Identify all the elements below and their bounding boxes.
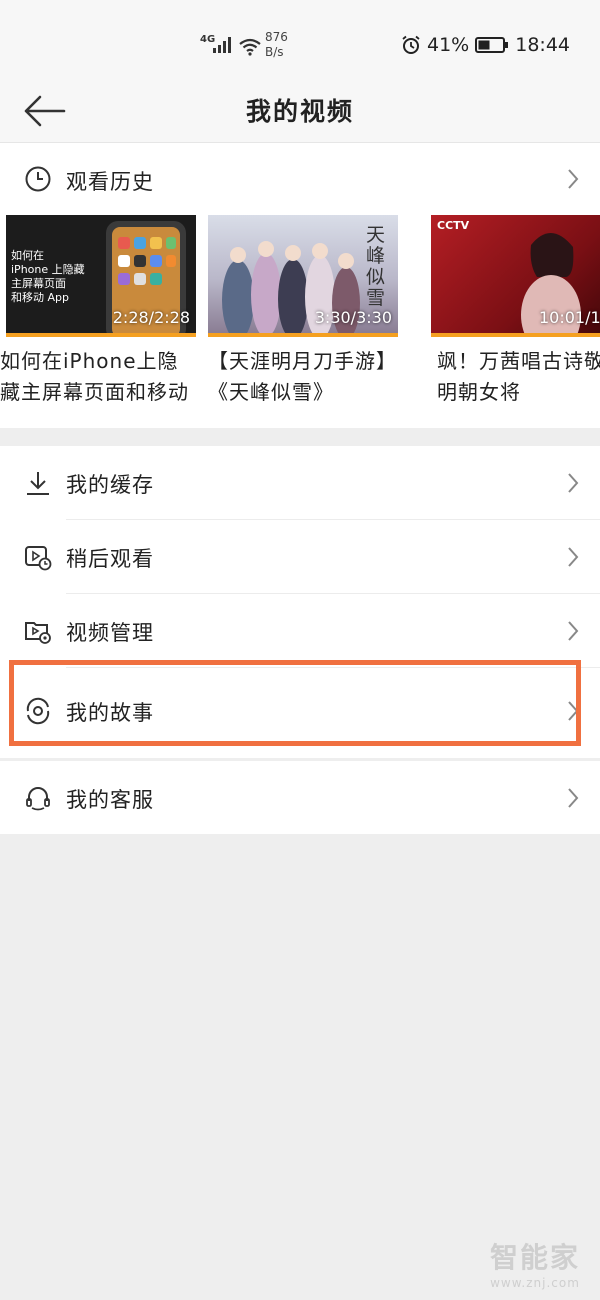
video-thumbnail: 天峰似雪 3:30/3:30 [208,215,398,337]
video-title: 如何在iPhone上隐藏主屏幕页面和移动App [0,349,189,412]
video-duration: 3:30/3:30 [314,308,392,327]
video-title: 【天涯明月刀手游】《天峰似雪》 [208,349,397,404]
menu-item-my-cache[interactable]: 我的缓存 [0,446,600,520]
thumb-line: 主屏幕页面 [11,277,66,290]
clock-time: 18:44 [515,34,570,56]
history-video-1[interactable]: 如何在 iPhone 上隐藏 主屏幕页面 和移动 App 2:28/2:28 如… [0,215,196,415]
video-duration: 10:01/1 [539,308,600,327]
chevron-right-icon [568,788,579,808]
thumb-line: 和移动 App [11,291,69,304]
menu-item-video-management[interactable]: 视频管理 [0,594,600,668]
video-title: 飒！万茜唱古诗敬明朝女将 [437,349,600,404]
video-thumbnail: 如何在 iPhone 上隐藏 主屏幕页面 和移动 App 2:28/2:28 [6,215,196,337]
watch-history-label: 观看历史 [66,170,154,194]
clock-icon [25,166,51,192]
speed-unit: B/s [265,45,284,59]
battery-icon [475,37,509,53]
menu-item-label: 视频管理 [66,621,154,645]
history-video-3[interactable]: CCTV 10:01/1 飒！万茜唱古诗敬明朝女将 [431,215,600,415]
thumbnail-caption: 如何在 iPhone 上隐藏 主屏幕页面 和移动 App [11,249,85,305]
page-title: 我的视频 [245,97,354,126]
history-video-2[interactable]: 天峰似雪 3:30/3:30 【天涯明月刀手游】《天峰似雪》 [208,215,398,415]
highlight-box [9,660,581,746]
chevron-right-icon [568,621,579,641]
network-speed: 876 B/s [265,30,305,60]
watch-later-icon [25,546,52,571]
watch-history-section: 观看历史 如何在 iPhone 上隐藏 主屏幕页面 和移动 App 2:28/2… [0,143,600,428]
download-icon [27,472,49,495]
watch-history-row[interactable]: 观看历史 [0,143,600,215]
menu-item-label: 我的缓存 [66,473,154,497]
signal-icon [213,37,231,53]
chevron-right-icon [568,169,579,189]
customer-service-label: 我的客服 [66,788,154,812]
thumb-line: 如何在 [11,249,44,262]
watermark-logo: 智能家 [489,1241,580,1274]
chevron-right-icon [568,473,579,493]
status-bar: 4G 876 B/s 41% 18:44 [0,0,600,80]
thumb-line: iPhone 上隐藏 [11,263,85,276]
status-right: 41% 18:44 [401,33,570,57]
channel-badge: CCTV [437,219,470,232]
video-folder-icon [25,622,51,644]
menu-item-watch-later[interactable]: 稍后观看 [0,520,600,594]
alarm-icon [402,35,420,54]
menu-item-customer-service[interactable]: 我的客服 [0,761,600,834]
page-header: 我的视频 [0,80,600,143]
menu-item-label: 稍后观看 [66,547,154,571]
watermark: 智能家 www.znj.com [480,1236,590,1290]
chevron-right-icon [568,547,579,567]
video-duration: 2:28/2:28 [112,308,190,327]
video-thumbnail: CCTV 10:01/1 [431,215,600,337]
battery-percent: 41% [427,34,470,56]
wifi-icon [239,38,261,56]
headset-icon [26,787,50,811]
speed-value: 876 [265,30,288,44]
watermark-url: www.znj.com [490,1276,580,1290]
history-video-strip[interactable]: 如何在 iPhone 上隐藏 主屏幕页面 和移动 App 2:28/2:28 如… [0,215,600,415]
thumbnail-calligraphy: 天峰似雪 [366,224,386,309]
